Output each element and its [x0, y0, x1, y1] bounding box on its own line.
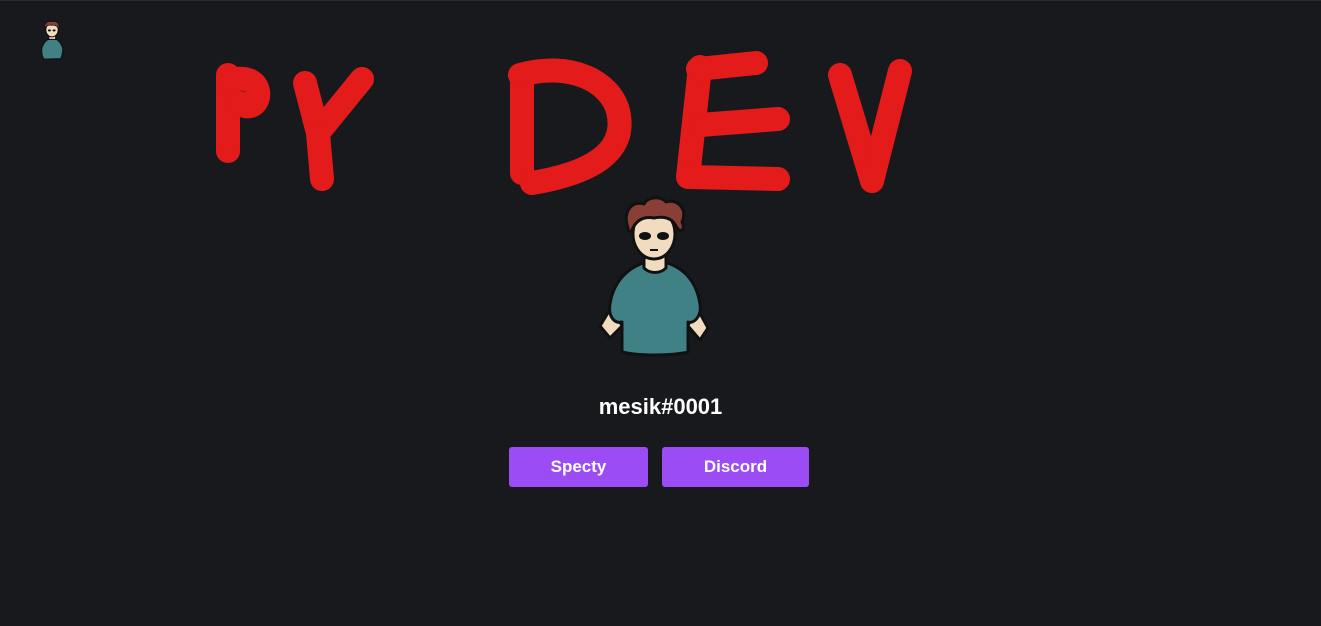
username: mesik#0001 [598, 394, 723, 419]
discord-button[interactable]: Discord [662, 447, 809, 487]
py-dev-logo [216, 51, 912, 195]
small-avatar-icon[interactable] [36, 19, 68, 63]
profile-avatar-icon [598, 196, 710, 357]
profile-page: mesik#0001 Specty Discord [0, 0, 1321, 626]
specty-button[interactable]: Specty [509, 447, 648, 487]
